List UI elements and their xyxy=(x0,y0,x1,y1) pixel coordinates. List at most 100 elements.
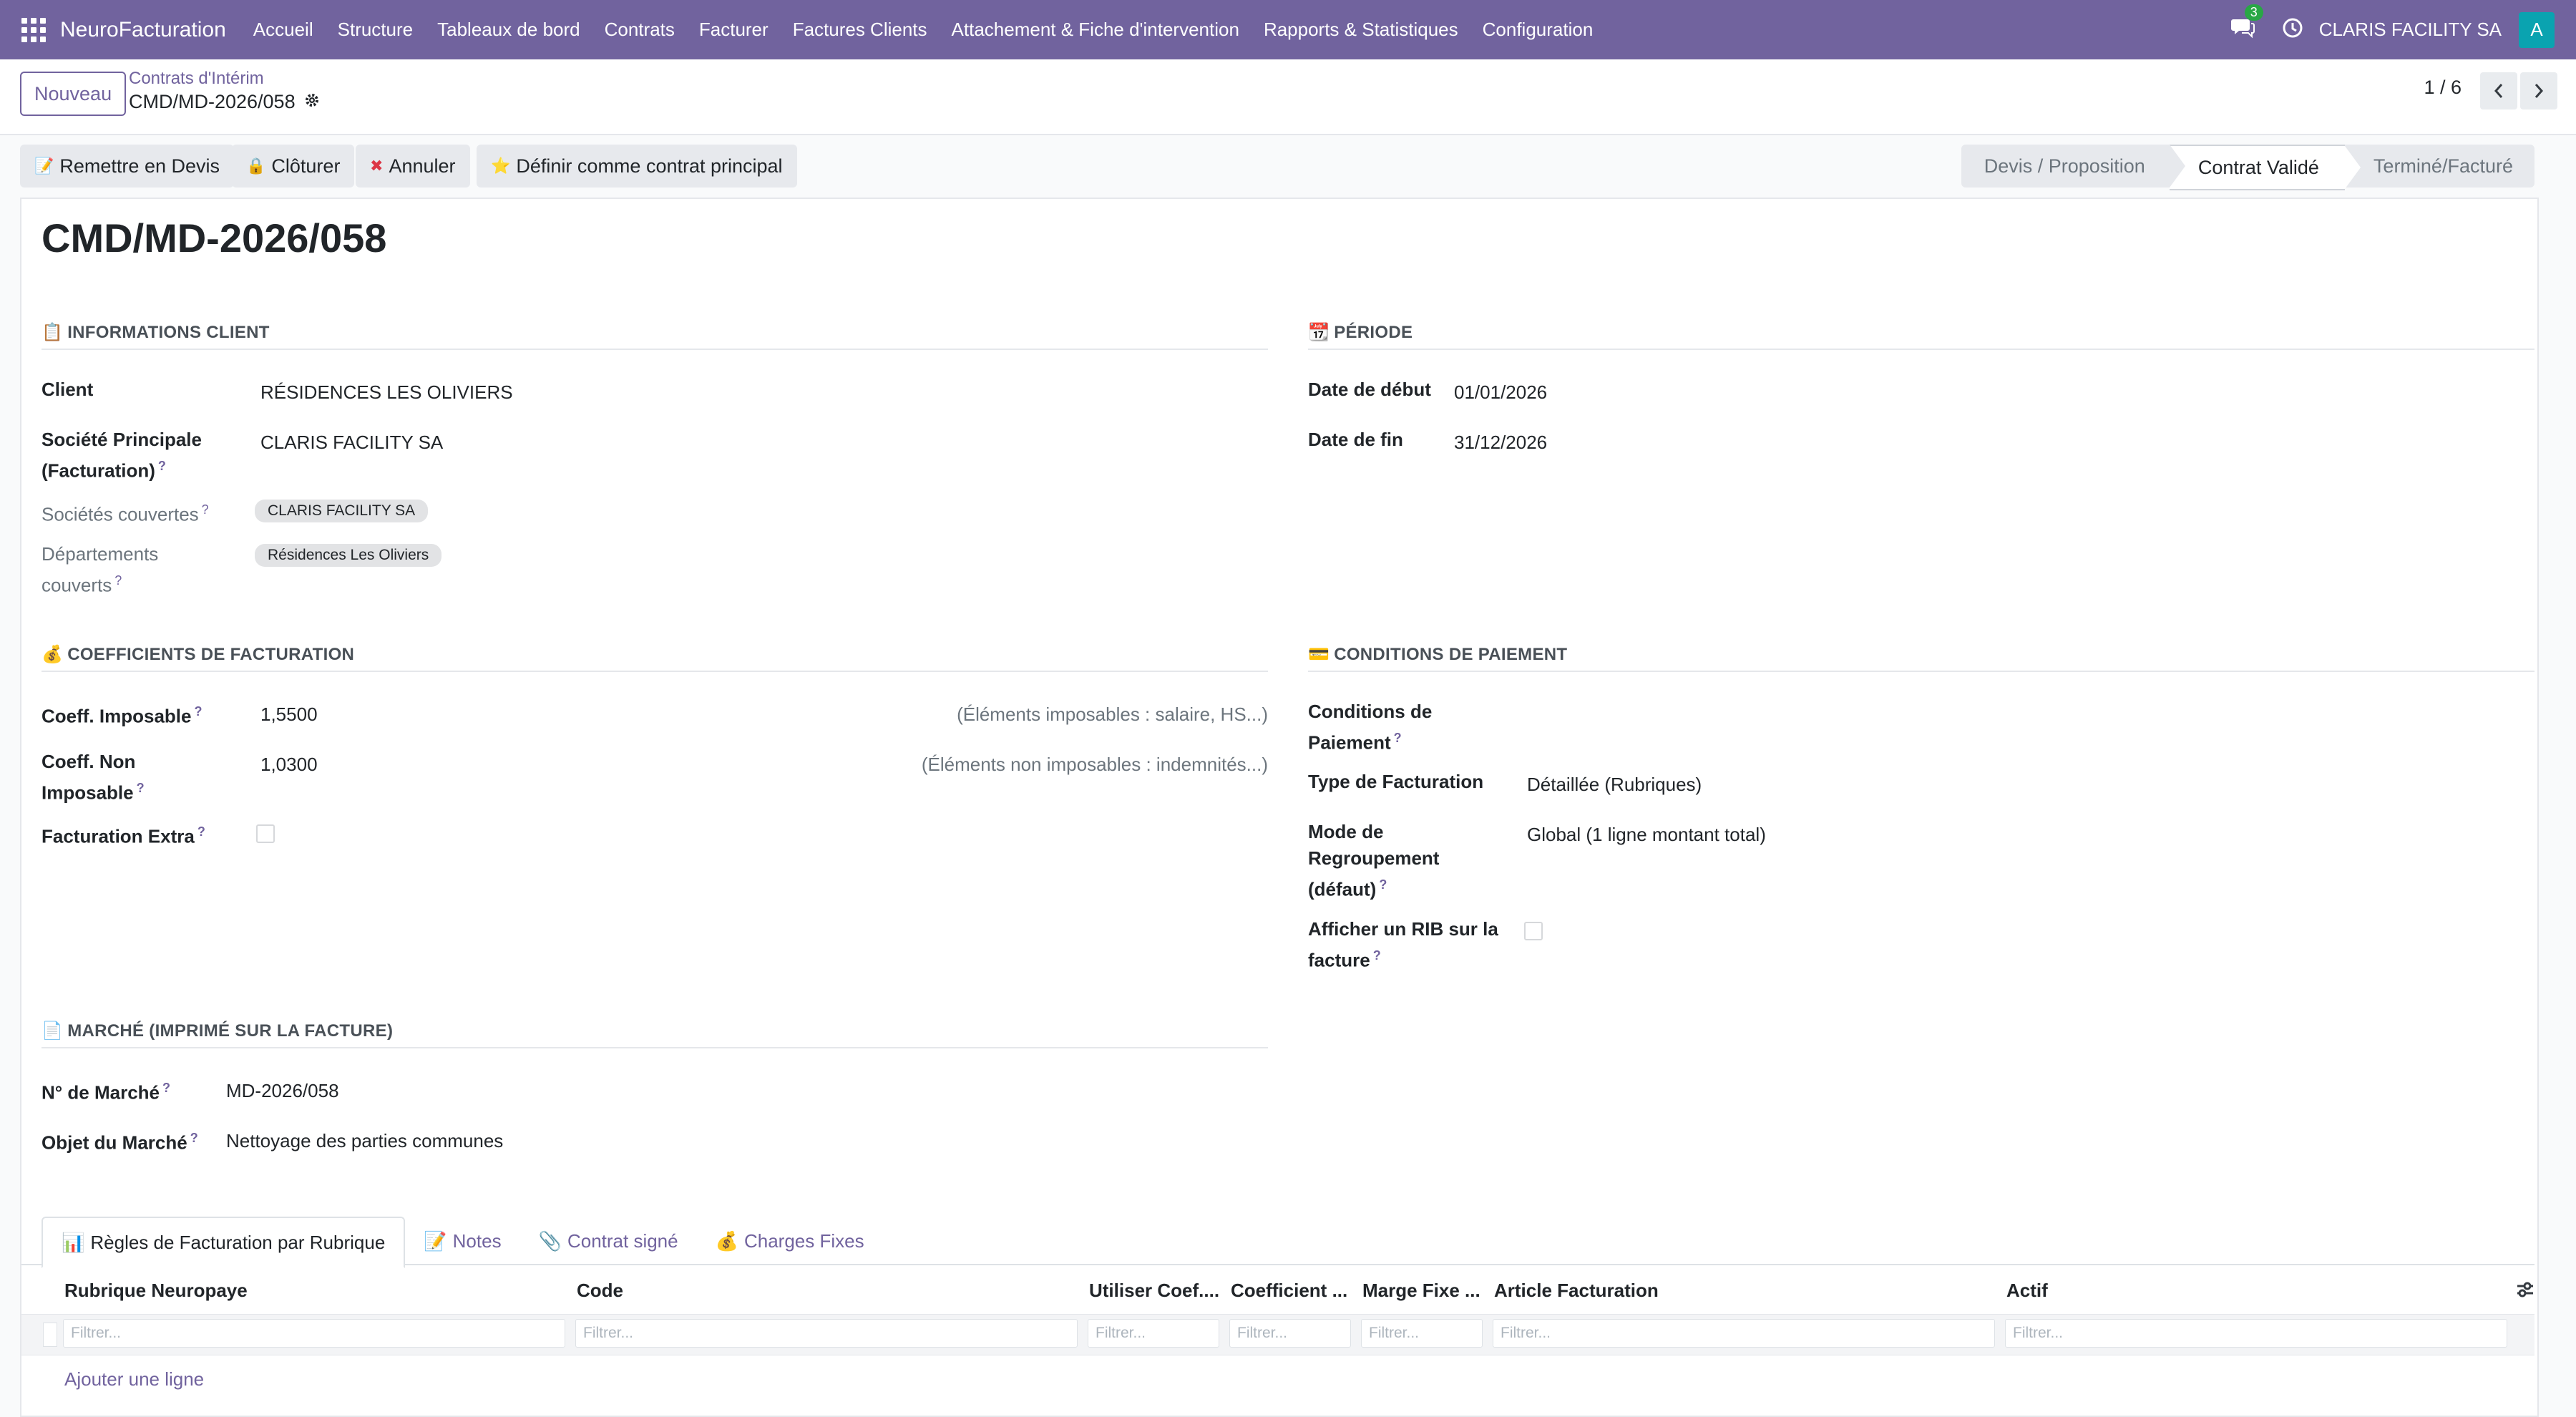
help-icon[interactable]: ? xyxy=(1394,731,1402,745)
help-icon[interactable]: ? xyxy=(114,573,122,588)
show-rib-label-line2: facture xyxy=(1308,949,1370,971)
filter-billing-article-input[interactable]: Filtrer... xyxy=(1493,1319,1995,1348)
column-header-active[interactable]: Actif xyxy=(2006,1280,2048,1302)
close-contract-button[interactable]: 🔒 Clôturer xyxy=(232,145,355,188)
help-icon[interactable]: ? xyxy=(137,781,145,795)
set-main-contract-label: Définir comme contrat principal xyxy=(516,155,783,177)
column-settings-icon[interactable] xyxy=(2516,1281,2534,1302)
column-header-use-coef[interactable]: Utiliser Coef.... xyxy=(1089,1280,1219,1302)
billing-type-label: Type de Facturation xyxy=(1308,771,1484,792)
pager-next-button[interactable] xyxy=(2520,72,2557,109)
menu-accueil[interactable]: Accueil xyxy=(253,19,313,41)
help-icon[interactable]: ? xyxy=(1373,948,1381,963)
cross-icon: ✖ xyxy=(370,157,384,175)
help-icon[interactable]: ? xyxy=(202,502,209,517)
cancel-button[interactable]: ✖ Annuler xyxy=(356,145,470,188)
market-object-label: Objet du Marché? xyxy=(42,1125,198,1157)
breadcrumb-current: CMD/MD-2026/058 xyxy=(129,91,320,113)
filter-coefficient-input[interactable]: Filtrer... xyxy=(1229,1319,1351,1348)
pager-previous-button[interactable] xyxy=(2480,72,2517,109)
help-icon[interactable]: ? xyxy=(1379,877,1387,892)
bar-chart-icon: 📊 xyxy=(62,1231,85,1253)
menu-facturer[interactable]: Facturer xyxy=(699,19,769,41)
gear-icon[interactable] xyxy=(304,91,320,113)
pager-value[interactable]: 1 / 6 xyxy=(2424,77,2462,99)
company-switcher[interactable]: CLARIS FACILITY SA xyxy=(2319,19,2502,41)
covered-company-tag[interactable]: CLARIS FACILITY SA xyxy=(255,500,429,522)
menu-rapports[interactable]: Rapports & Statistiques xyxy=(1264,19,1458,41)
payment-terms-field[interactable] xyxy=(1527,701,2028,728)
activity-clock-icon[interactable] xyxy=(2282,17,2303,42)
billing-type-field[interactable]: Détaillée (Rubriques) xyxy=(1527,771,1702,798)
help-icon[interactable]: ? xyxy=(197,824,205,839)
apps-menu-icon[interactable] xyxy=(21,17,46,42)
menu-attachement[interactable]: Attachement & Fiche d'intervention xyxy=(952,19,1239,41)
set-main-contract-button[interactable]: ⭐ Définir comme contrat principal xyxy=(477,145,797,188)
filter-active-input[interactable]: Filtrer... xyxy=(2005,1319,2507,1348)
grouping-mode-field[interactable]: Global (1 ligne montant total) xyxy=(1527,822,1766,848)
coeff-nontaxable-field[interactable]: 1,0300 xyxy=(260,751,318,778)
show-rib-checkbox[interactable] xyxy=(1524,922,1543,940)
app-brand[interactable]: NeuroFacturation xyxy=(60,18,226,42)
stage-termine[interactable]: Terminé/Facturé xyxy=(2344,145,2534,188)
market-object-field[interactable]: Nettoyage des parties communes xyxy=(226,1128,503,1154)
coeff-nontaxable-label-line1: Coeff. Non xyxy=(42,751,136,772)
section-payment-title: CONDITIONS DE PAIEMENT xyxy=(1334,645,1568,664)
menu-contrats[interactable]: Contrats xyxy=(605,19,675,41)
market-number-field[interactable]: MD-2026/058 xyxy=(226,1078,339,1104)
chat-icon[interactable]: 3 xyxy=(2230,4,2263,42)
main-company-label: Société Principale (Facturation)? xyxy=(42,427,202,484)
help-icon[interactable]: ? xyxy=(162,1081,170,1095)
section-client-info-title: INFORMATIONS CLIENT xyxy=(67,323,270,342)
close-contract-label: Clôturer xyxy=(271,155,341,177)
menu-factures-clients[interactable]: Factures Clients xyxy=(793,19,927,41)
tab-fixed-charges-label: Charges Fixes xyxy=(743,1229,864,1252)
covered-department-tag[interactable]: Résidences Les Oliviers xyxy=(255,544,442,567)
tab-notes[interactable]: 📝 Notes xyxy=(405,1217,519,1265)
notebook-tabs: 📊 Règles de Facturation par Rubrique 📝 Not… xyxy=(42,1217,883,1268)
filter-rubrique-input[interactable]: Filtrer... xyxy=(63,1319,565,1348)
stage-contrat-valide[interactable]: Contrat Validé xyxy=(2169,145,2361,190)
coeff-taxable-field[interactable]: 1,5500 xyxy=(260,701,318,728)
breadcrumb-parent[interactable]: Contrats d'Intérim xyxy=(129,69,264,89)
filter-row-handle xyxy=(43,1323,57,1347)
filter-use-coef-input[interactable]: Filtrer... xyxy=(1088,1319,1219,1348)
help-icon[interactable]: ? xyxy=(190,1131,198,1145)
user-avatar[interactable]: A xyxy=(2519,11,2555,48)
menu-tableaux-de-bord[interactable]: Tableaux de bord xyxy=(437,19,580,41)
column-header-coefficient[interactable]: Coefficient ... xyxy=(1231,1280,1347,1302)
tab-signed-contract[interactable]: 📎 Contrat signé xyxy=(520,1217,697,1265)
help-icon[interactable]: ? xyxy=(194,704,202,719)
start-date-field[interactable]: 01/01/2026 xyxy=(1454,379,1547,406)
filter-code-input[interactable]: Filtrer... xyxy=(575,1319,1078,1348)
payment-terms-label: Conditions de Paiement? xyxy=(1308,698,1432,756)
reset-to-quote-label: Remettre en Devis xyxy=(59,155,220,177)
payment-terms-label-line2: Paiement xyxy=(1308,731,1391,754)
column-header-rubrique[interactable]: Rubrique Neuropaye xyxy=(64,1280,248,1302)
grouping-mode-label-line1: Mode de xyxy=(1308,821,1384,842)
filter-fixed-margin-input[interactable]: Filtrer... xyxy=(1361,1319,1483,1348)
section-period-title: PÉRIODE xyxy=(1334,323,1413,342)
stage-contrat-valide-label: Contrat Validé xyxy=(2197,156,2319,178)
client-field[interactable]: RÉSIDENCES LES OLIVIERS xyxy=(260,379,513,406)
menu-structure[interactable]: Structure xyxy=(338,19,414,41)
main-company-field[interactable]: CLARIS FACILITY SA xyxy=(260,429,443,456)
covered-companies-label-text: Sociétés couvertes xyxy=(42,503,199,525)
help-icon[interactable]: ? xyxy=(158,459,166,473)
tab-billing-rules[interactable]: 📊 Règles de Facturation par Rubrique xyxy=(42,1217,406,1268)
chevron-left-icon xyxy=(2494,84,2503,98)
new-button[interactable]: Nouveau xyxy=(20,72,127,116)
reset-to-quote-button[interactable]: 📝 Remettre en Devis xyxy=(20,145,234,188)
document-icon: 📄 xyxy=(42,1021,64,1041)
stage-devis[interactable]: Devis / Proposition xyxy=(1961,145,2185,188)
column-header-code[interactable]: Code xyxy=(577,1280,623,1302)
add-line-link[interactable]: Ajouter une ligne xyxy=(64,1368,204,1391)
menu-configuration[interactable]: Configuration xyxy=(1483,19,1594,41)
coeff-taxable-label-text: Coeff. Imposable xyxy=(42,705,192,727)
column-header-fixed-margin[interactable]: Marge Fixe ... xyxy=(1362,1280,1480,1302)
end-date-field[interactable]: 31/12/2026 xyxy=(1454,429,1547,456)
extra-billing-checkbox[interactable] xyxy=(256,824,275,843)
tab-fixed-charges[interactable]: 💰 Charges Fixes xyxy=(697,1217,883,1265)
column-header-billing-article[interactable]: Article Facturation xyxy=(1494,1280,1659,1302)
market-object-label-text: Objet du Marché xyxy=(42,1131,187,1154)
